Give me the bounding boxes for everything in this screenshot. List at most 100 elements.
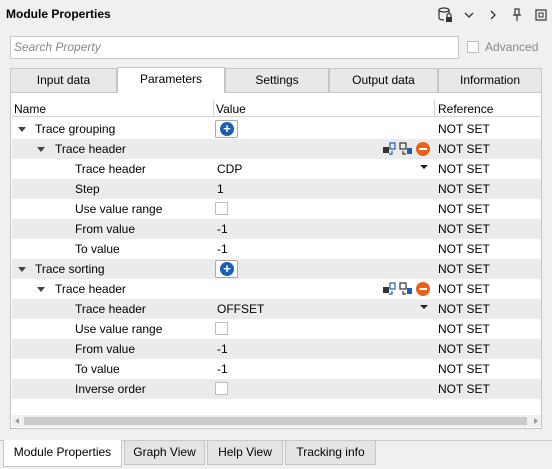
use-value-range-checkbox[interactable] — [215, 202, 228, 215]
expand-caret-icon[interactable] — [37, 147, 45, 152]
inverse-order-checkbox[interactable] — [215, 382, 228, 395]
advanced-label: Advanced — [485, 40, 539, 54]
row-reference: NOT SET — [438, 182, 490, 196]
tree-row-use-value-range[interactable]: Use value range NOT SET — [12, 319, 541, 339]
trace-header-select[interactable]: CDP — [217, 162, 242, 176]
property-tree: Name Value Reference Trace grouping + NO… — [12, 100, 541, 414]
plus-icon: + — [220, 262, 234, 276]
row-reference: NOT SET — [438, 302, 490, 316]
tree-header: Name Value Reference — [12, 100, 541, 117]
search-input[interactable]: Search Property — [10, 36, 459, 59]
row-name: To value — [75, 242, 120, 256]
dropdown-arrow-icon[interactable] — [420, 305, 428, 309]
tree-row-to-value[interactable]: To value -1 NOT SET — [12, 239, 541, 259]
scroll-left-icon[interactable] — [15, 418, 19, 424]
tab-output-data[interactable]: Output data — [329, 68, 438, 92]
row-actions — [382, 281, 430, 296]
tree-row-to-value[interactable]: To value -1 NOT SET — [12, 359, 541, 379]
row-name: Trace header — [75, 162, 146, 176]
row-reference: NOT SET — [438, 262, 490, 276]
remove-icon[interactable] — [416, 282, 430, 296]
chevron-down-icon[interactable] — [462, 7, 476, 23]
tree-row-use-value-range[interactable]: Use value range NOT SET — [12, 199, 541, 219]
tree-row-trace-header[interactable]: Trace header CDP NOT SET — [12, 159, 541, 179]
move-up-icon[interactable] — [382, 281, 397, 296]
row-reference: NOT SET — [438, 382, 490, 396]
to-value[interactable]: -1 — [217, 242, 228, 256]
step-value[interactable]: 1 — [217, 182, 224, 196]
tree-row-trace-header[interactable]: Trace header OFFSET NOT SET — [12, 299, 541, 319]
move-down-icon[interactable] — [399, 281, 414, 296]
remove-icon[interactable] — [416, 142, 430, 156]
parameters-panel: Name Value Reference Trace grouping + NO… — [10, 92, 542, 429]
add-button[interactable]: + — [215, 260, 238, 278]
from-value[interactable]: -1 — [217, 342, 228, 356]
tab-parameters[interactable]: Parameters — [117, 67, 225, 93]
row-reference: NOT SET — [438, 282, 490, 296]
row-reference: NOT SET — [438, 202, 490, 216]
use-value-range-checkbox[interactable] — [215, 322, 228, 335]
row-reference: NOT SET — [438, 222, 490, 236]
row-name: Use value range — [75, 322, 163, 336]
column-value[interactable]: Value — [216, 102, 246, 116]
window-title: Module Properties — [6, 7, 111, 21]
trace-header-select[interactable]: OFFSET — [217, 302, 264, 316]
expand-caret-icon[interactable] — [18, 267, 26, 272]
row-reference: NOT SET — [438, 362, 490, 376]
from-value[interactable]: -1 — [217, 222, 228, 236]
advanced-toggle[interactable]: Advanced — [467, 40, 538, 54]
row-name: Trace header — [75, 302, 146, 316]
tab-settings[interactable]: Settings — [225, 68, 329, 92]
tree-row-from-value[interactable]: From value -1 NOT SET — [12, 339, 541, 359]
row-reference: NOT SET — [438, 122, 490, 136]
advanced-checkbox[interactable] — [467, 41, 479, 53]
move-down-icon[interactable] — [399, 141, 414, 156]
tab-tracking-info[interactable]: Tracking info — [285, 441, 376, 465]
row-reference: NOT SET — [438, 142, 490, 156]
row-name: Trace header — [55, 142, 126, 156]
move-up-icon[interactable] — [382, 141, 397, 156]
row-actions — [382, 141, 430, 156]
database-lock-icon[interactable] — [438, 7, 452, 23]
tab-graph-view[interactable]: Graph View — [124, 441, 205, 465]
pin-icon[interactable] — [510, 7, 524, 23]
horizontal-scrollbar[interactable] — [12, 415, 541, 427]
to-value[interactable]: -1 — [217, 362, 228, 376]
title-bar-icons — [438, 5, 548, 25]
tree-row-trace-sorting[interactable]: Trace sorting + NOT SET — [12, 259, 541, 279]
row-name: Trace header — [55, 282, 126, 296]
tree-row-from-value[interactable]: From value -1 NOT SET — [12, 219, 541, 239]
chevron-right-icon[interactable] — [486, 7, 500, 23]
expand-caret-icon[interactable] — [37, 287, 45, 292]
row-reference: NOT SET — [438, 342, 490, 356]
row-name: Use value range — [75, 202, 163, 216]
row-name: From value — [75, 222, 136, 236]
dropdown-arrow-icon[interactable] — [420, 165, 428, 169]
tab-information[interactable]: Information — [438, 68, 542, 92]
row-name: Inverse order — [75, 382, 146, 396]
row-name: Step — [75, 182, 100, 196]
tab-help-view[interactable]: Help View — [207, 441, 283, 465]
column-reference[interactable]: Reference — [438, 102, 493, 116]
row-name: From value — [75, 342, 136, 356]
tree-row-inverse-order[interactable]: Inverse order NOT SET — [12, 379, 541, 399]
title-bar: Module Properties — [0, 0, 552, 30]
scroll-right-icon[interactable] — [534, 418, 538, 424]
row-reference: NOT SET — [438, 322, 490, 336]
tree-row-step[interactable]: Step 1 NOT SET — [12, 179, 541, 199]
tab-input-data[interactable]: Input data — [10, 68, 117, 92]
tree-row-trace-grouping[interactable]: Trace grouping + NOT SET — [12, 119, 541, 139]
tree-row-trace-header-group[interactable]: Trace header NOT SET — [12, 139, 541, 159]
tab-module-properties[interactable]: Module Properties — [3, 440, 122, 467]
tree-row-trace-header-group[interactable]: Trace header NOT SET — [12, 279, 541, 299]
plus-icon: + — [220, 122, 234, 136]
add-button[interactable]: + — [215, 120, 238, 138]
module-tabs: Input data Parameters Settings Output da… — [10, 67, 542, 93]
column-name[interactable]: Name — [14, 102, 46, 116]
row-name: Trace grouping — [35, 122, 116, 136]
scrollbar-thumb[interactable] — [24, 417, 527, 425]
restore-icon[interactable] — [534, 7, 548, 23]
row-name: Trace sorting — [35, 262, 105, 276]
row-reference: NOT SET — [438, 162, 490, 176]
expand-caret-icon[interactable] — [18, 127, 26, 132]
